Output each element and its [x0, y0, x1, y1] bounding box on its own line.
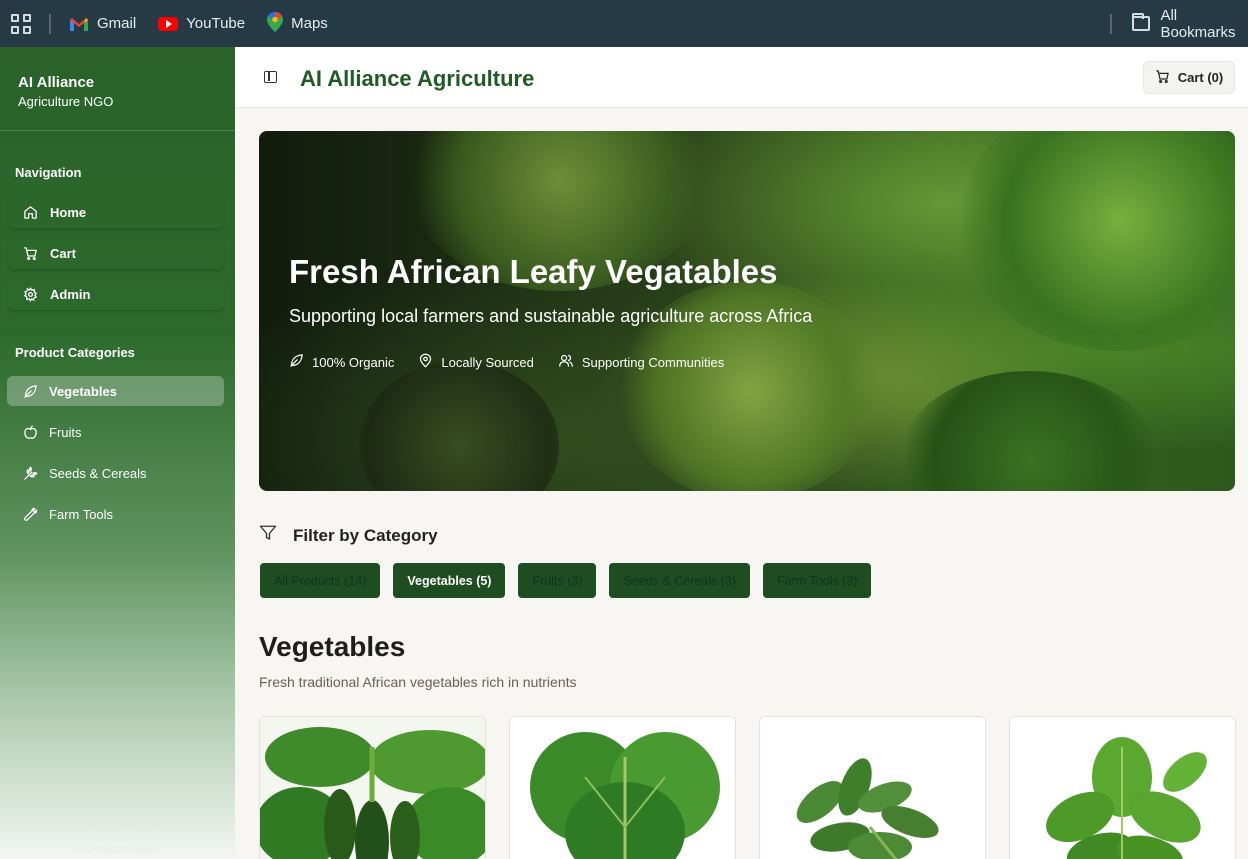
cart-button-label: Cart (0): [1177, 70, 1224, 85]
cart-icon: [1155, 69, 1170, 87]
categories-list: Vegetables Fruits Seeds & Cereals Farm T…: [0, 376, 235, 529]
bookmark-maps[interactable]: Maps: [267, 11, 328, 36]
filter-title: Filter by Category: [293, 525, 438, 545]
bookmarks-divider: [49, 13, 51, 34]
category-label: Seeds & Cereals: [49, 465, 147, 481]
category-label: Farm Tools: [49, 506, 114, 522]
product-image: [260, 717, 485, 859]
product-grid: [259, 716, 1236, 859]
cart-icon: [22, 246, 38, 262]
nav-item-cart[interactable]: Cart: [8, 238, 224, 269]
youtube-icon: [158, 16, 179, 31]
nav-item-home[interactable]: Home: [8, 197, 224, 228]
all-bookmarks[interactable]: All Bookmarks: [1110, 0, 1248, 47]
bookmark-label: YouTube: [186, 15, 246, 32]
filter-icon: [259, 524, 277, 547]
nav-item-label: Admin: [50, 287, 91, 302]
folder-icon: [1131, 13, 1151, 31]
hero-tag: Supporting Communities: [558, 353, 724, 371]
hero-tag-label: Supporting Communities: [581, 354, 725, 370]
brand-subtitle: Agriculture NGO: [18, 94, 114, 109]
navigation-list: Home Cart Admin: [0, 197, 235, 310]
product-card[interactable]: [1009, 716, 1236, 859]
brand-name: AI Alliance: [18, 74, 95, 91]
navigation-heading: Navigation: [15, 165, 82, 180]
product-card[interactable]: [259, 716, 486, 859]
bookmark-label: Gmail: [97, 15, 137, 32]
leaf-icon: [22, 383, 38, 399]
sidebar-footer: © 2024 AI Alliance Agriculture NGO: [0, 827, 235, 857]
bookmark-youtube[interactable]: YouTube: [158, 15, 245, 32]
product-card[interactable]: [509, 716, 736, 859]
bookmark-label: Maps: [291, 15, 328, 32]
category-label: Vegetables: [49, 383, 117, 399]
hero-tag-label: Locally Sourced: [441, 354, 534, 370]
category-label: Fruits: [49, 424, 82, 440]
apps-grid-icon[interactable]: [11, 13, 31, 34]
bookmarks-divider: [1110, 13, 1112, 34]
category-item-fruits[interactable]: Fruits: [7, 417, 224, 447]
section-title: Vegetables: [259, 631, 406, 662]
filter-heading: Filter by Category: [259, 524, 438, 547]
gear-icon: [22, 287, 38, 303]
hero-tag-label: 100% Organic: [312, 354, 395, 370]
leaf-icon: [289, 353, 304, 371]
sidebar: AI Alliance Agriculture NGO Navigation H…: [0, 47, 235, 859]
footer-org: Agriculture NGO: [77, 843, 158, 855]
bookmarks-bar: Gmail YouTube Maps All Bookmarks: [0, 0, 1248, 47]
map-pin-icon: [418, 353, 433, 371]
maps-icon: [267, 11, 284, 36]
wheat-icon: [22, 465, 38, 481]
page-title: AI Alliance Agriculture: [300, 66, 535, 91]
top-header: AI Alliance Agriculture Cart (0): [235, 47, 1248, 108]
hero-tag: Locally Sourced: [418, 353, 534, 371]
apple-icon: [22, 424, 38, 440]
nav-item-label: Home: [50, 205, 87, 220]
product-card[interactable]: [759, 716, 986, 859]
hero-title: Fresh African Leafy Vegatables: [289, 253, 778, 290]
category-filter-chips: All Products (14) Vegetables (5) Fruits …: [260, 563, 872, 598]
filter-chip-fruits[interactable]: Fruits (3): [518, 563, 597, 598]
categories-heading: Product Categories: [15, 345, 135, 360]
filter-chip-vegetables[interactable]: Vegetables (5): [393, 563, 506, 598]
filter-chip-all-products[interactable]: All Products (14): [260, 563, 381, 598]
product-image: [1010, 717, 1235, 859]
users-icon: [558, 353, 574, 371]
filter-chip-farm-tools[interactable]: Farm Tools (3): [763, 563, 872, 598]
home-icon: [22, 205, 38, 221]
sidebar-toggle-icon[interactable]: [264, 71, 277, 83]
bookmark-gmail[interactable]: Gmail: [69, 15, 136, 32]
category-item-seeds-cereals[interactable]: Seeds & Cereals: [7, 458, 224, 488]
hero-tags: 100% Organic Locally Sourced Supporting …: [289, 353, 724, 371]
gmail-icon: [69, 17, 89, 31]
hero-banner: Fresh African Leafy Vegatables Supportin…: [259, 131, 1235, 491]
filter-chip-seeds-cereals[interactable]: Seeds & Cereals (3): [609, 563, 751, 598]
category-item-farm-tools[interactable]: Farm Tools: [7, 499, 224, 529]
wrench-icon: [22, 506, 38, 522]
hero-subtitle: Supporting local farmers and sustainable…: [289, 306, 813, 326]
category-item-vegetables[interactable]: Vegetables: [7, 376, 224, 406]
product-image: [510, 717, 735, 859]
section-subtitle: Fresh traditional African vegetables ric…: [259, 674, 577, 690]
nav-item-admin[interactable]: Admin: [8, 279, 224, 310]
cart-button[interactable]: Cart (0): [1143, 61, 1235, 94]
footer-copyright: © 2024 AI Alliance: [72, 828, 163, 840]
product-image: [760, 717, 985, 859]
nav-item-label: Cart: [50, 246, 77, 261]
brand: AI Alliance Agriculture NGO: [0, 47, 235, 131]
hero-tag: 100% Organic: [289, 353, 394, 371]
all-bookmarks-label: All Bookmarks: [1160, 6, 1236, 41]
